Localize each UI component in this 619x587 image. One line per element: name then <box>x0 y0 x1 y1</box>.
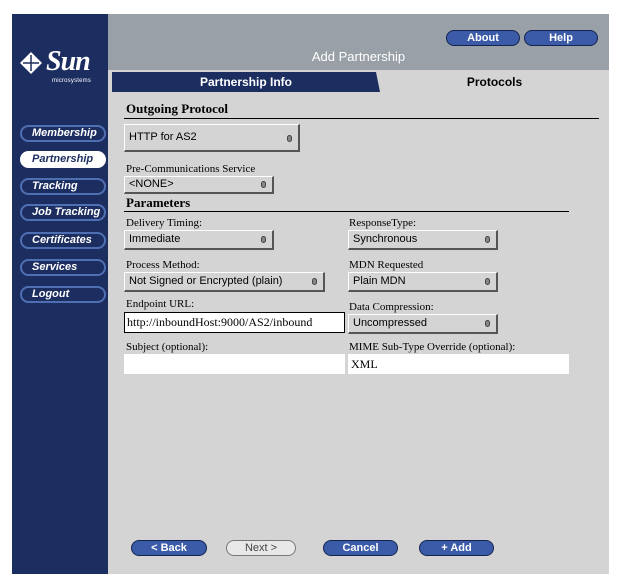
sidebar-item-membership[interactable]: Membership <box>20 125 106 142</box>
next-button[interactable]: Next > <box>226 540 296 556</box>
chevron-down-icon <box>485 278 490 285</box>
delivery-timing-select[interactable]: Immediate <box>124 230 274 250</box>
mime-override-label: MIME Sub-Type Override (optional): <box>349 341 516 353</box>
chevron-down-icon <box>485 320 490 327</box>
mdn-requested-label: MDN Requested <box>349 259 424 271</box>
parameters-heading: Parameters <box>126 195 191 210</box>
outgoing-protocol-heading: Outgoing Protocol <box>126 101 228 116</box>
tab-partnership-info[interactable]: Partnership Info <box>112 72 380 92</box>
endpoint-url-label: Endpoint URL: <box>126 298 195 310</box>
cancel-button[interactable]: Cancel <box>323 540 398 556</box>
logo-brand: Sun <box>46 46 91 77</box>
divider <box>124 211 569 212</box>
process-method-select[interactable]: Not Signed or Encrypted (plain) <box>124 272 325 292</box>
chevron-down-icon <box>312 278 317 285</box>
sun-logo: Sun microsystems <box>16 46 104 90</box>
logo-subtext: microsystems <box>52 78 92 84</box>
precomm-value: <NONE> <box>129 178 174 190</box>
response-type-value: Synchronous <box>353 233 418 245</box>
subject-label: Subject (optional): <box>126 341 209 353</box>
precomm-select[interactable]: <NONE> <box>124 176 274 194</box>
page-frame: Sun microsystems Membership Partnership … <box>0 0 619 587</box>
back-button[interactable]: < Back <box>131 540 207 556</box>
chevron-down-icon <box>261 236 266 243</box>
subject-input[interactable] <box>124 354 345 374</box>
mime-override-input[interactable]: XML <box>348 354 569 374</box>
help-button[interactable]: Help <box>524 30 598 46</box>
mdn-requested-select[interactable]: Plain MDN <box>348 272 498 292</box>
sidebar-item-tracking[interactable]: Tracking <box>20 178 106 195</box>
delivery-timing-label: Delivery Timing: <box>126 217 203 229</box>
response-type-label: ResponseType: <box>349 217 417 229</box>
data-compression-select[interactable]: Uncompressed <box>348 314 498 334</box>
add-button[interactable]: + Add <box>419 540 494 556</box>
process-method-label: Process Method: <box>126 259 200 271</box>
data-compression-value: Uncompressed <box>353 317 427 329</box>
tab-protocols[interactable]: Protocols <box>380 72 609 92</box>
delivery-timing-value: Immediate <box>129 233 181 245</box>
endpoint-url-input[interactable]: http://inboundHost:9000/AS2/inbound <box>124 312 345 333</box>
precomm-label: Pre-Communications Service <box>126 163 256 175</box>
sidebar-item-services[interactable]: Services <box>20 259 106 276</box>
divider <box>124 118 599 119</box>
sidebar-item-partnership[interactable]: Partnership <box>20 151 106 168</box>
mdn-requested-value: Plain MDN <box>353 275 406 287</box>
sidebar-item-job-tracking[interactable]: Job Tracking <box>20 204 106 221</box>
main-panel <box>108 14 609 574</box>
about-button[interactable]: About <box>446 30 520 46</box>
sidebar-item-logout[interactable]: Logout <box>20 286 106 303</box>
sun-logo-icon <box>20 52 42 74</box>
chevron-down-icon <box>261 181 266 188</box>
chevron-down-icon <box>485 236 490 243</box>
sidebar-item-certificates[interactable]: Certificates <box>20 232 106 249</box>
chevron-down-icon <box>287 135 292 142</box>
process-method-value: Not Signed or Encrypted (plain) <box>129 275 283 287</box>
outgoing-protocol-select[interactable]: HTTP for AS2 <box>124 124 300 152</box>
data-compression-label: Data Compression: <box>349 301 434 313</box>
outgoing-protocol-value: HTTP for AS2 <box>129 131 197 143</box>
response-type-select[interactable]: Synchronous <box>348 230 498 250</box>
page-title: Add Partnership <box>311 49 406 64</box>
